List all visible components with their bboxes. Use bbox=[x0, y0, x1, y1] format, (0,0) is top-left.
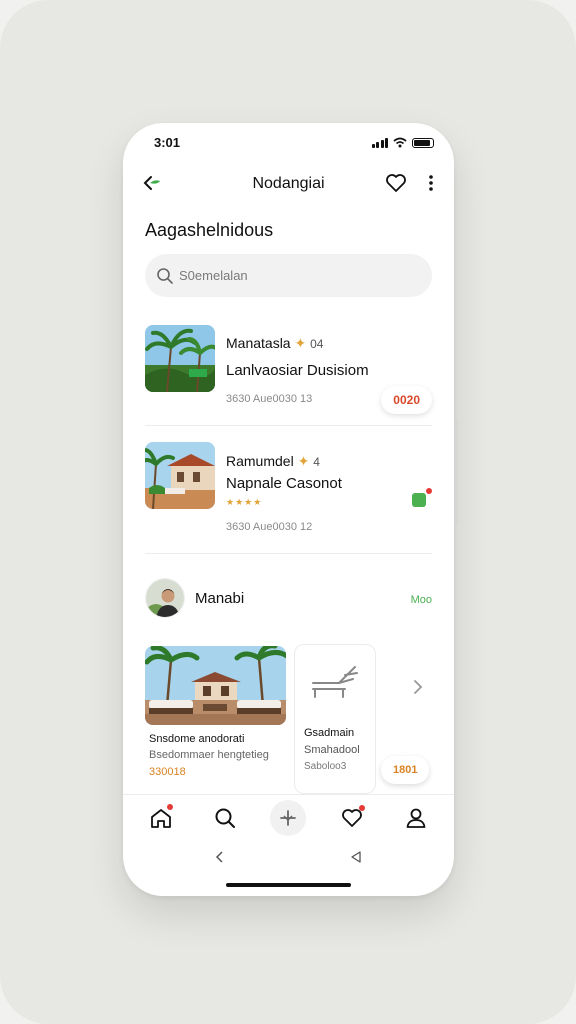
tab-favorites[interactable] bbox=[337, 803, 367, 833]
search-input[interactable]: S0emelalan bbox=[145, 254, 432, 297]
card-meta: Saboloo3 bbox=[304, 761, 347, 772]
listing-badge: 04 bbox=[310, 337, 324, 351]
card-subtitle: Smahadool bbox=[304, 744, 360, 756]
add-icon bbox=[280, 810, 296, 826]
sun-lounger-icon bbox=[312, 666, 358, 698]
listing-subtitle: Lanlvaosiar Dusisiom bbox=[226, 362, 369, 379]
listing-title-text: Manatasla bbox=[226, 335, 291, 351]
battery-icon bbox=[412, 137, 434, 148]
see-more-link[interactable]: Moo bbox=[411, 594, 432, 606]
divider bbox=[145, 425, 432, 426]
listing-thumbnail bbox=[145, 442, 215, 509]
rating-icon: ✦ bbox=[297, 453, 310, 469]
tab-add[interactable] bbox=[270, 800, 306, 836]
more-options-icon[interactable] bbox=[424, 171, 438, 195]
notification-dot bbox=[359, 805, 365, 811]
listing-title: Manatasla ✦ 04 bbox=[226, 335, 323, 352]
phone-frame: 3:01 Nodangiai Aagashelnidous S0emelalan… bbox=[123, 123, 454, 896]
top-nav-bar: Nodangiai bbox=[123, 167, 454, 199]
tab-home[interactable] bbox=[146, 803, 176, 833]
signal-icon bbox=[371, 137, 388, 148]
list-item[interactable]: Manatasla ✦ 04 Lanlvaosiar Dusisiom 3630… bbox=[145, 325, 432, 415]
chevron-right-icon[interactable] bbox=[411, 678, 425, 696]
bottom-tab-bar bbox=[123, 794, 454, 840]
book-button[interactable]: 1801 bbox=[381, 756, 430, 784]
search-icon bbox=[157, 268, 173, 284]
divider bbox=[145, 553, 432, 554]
card-price: 330018 bbox=[149, 766, 186, 778]
star-rating: ★★★★ bbox=[226, 497, 263, 507]
property-card[interactable]: Snsdome anodorati Bsedommaer hengtetieg … bbox=[143, 644, 288, 794]
card-title: Gsadmain bbox=[304, 727, 355, 739]
search-placeholder: S0emelalan bbox=[179, 268, 248, 283]
tab-search[interactable] bbox=[210, 803, 240, 833]
host-name: Manabi bbox=[195, 590, 245, 607]
system-nav-bar bbox=[123, 845, 454, 871]
availability-icon[interactable] bbox=[412, 488, 432, 507]
notification-dot bbox=[426, 488, 432, 494]
host-row[interactable]: Manabi Moo bbox=[145, 578, 432, 622]
listing-title-text: Ramumdel bbox=[226, 453, 294, 469]
listing-title: Ramumdel ✦ 4 bbox=[226, 453, 320, 470]
notification-dot bbox=[167, 804, 173, 810]
card-subtitle: Bsedommaer hengtetieg bbox=[149, 749, 269, 761]
tab-profile[interactable] bbox=[401, 803, 431, 833]
search-icon bbox=[215, 808, 235, 828]
favorite-heart-icon[interactable] bbox=[384, 171, 408, 195]
status-bar: 3:01 bbox=[123, 123, 454, 163]
scrollbar[interactable] bbox=[455, 420, 458, 525]
listing-badge: 4 bbox=[313, 455, 320, 469]
status-time: 3:01 bbox=[154, 135, 181, 150]
price-chip[interactable]: 0020 bbox=[381, 386, 432, 414]
listing-subtitle: Napnale Casonot bbox=[226, 475, 342, 492]
listing-meta: 3630 Aue0030 13 bbox=[226, 393, 313, 405]
status-icons bbox=[371, 137, 434, 148]
card-image bbox=[145, 646, 286, 725]
listing-meta: 3630 Aue0030 12 bbox=[226, 521, 313, 533]
section-heading: Aagashelnidous bbox=[145, 220, 274, 240]
rating-icon: ✦ bbox=[294, 335, 307, 351]
avatar bbox=[145, 578, 185, 618]
wifi-icon bbox=[393, 137, 407, 148]
system-back-icon[interactable] bbox=[214, 850, 226, 864]
property-card[interactable]: Gsadmain Smahadool Saboloo3 bbox=[294, 644, 376, 794]
profile-icon bbox=[406, 808, 426, 828]
home-indicator[interactable] bbox=[226, 883, 351, 887]
list-item[interactable]: Ramumdel ✦ 4 Napnale Casonot ★★★★ 3630 A… bbox=[145, 441, 432, 541]
system-triangle-back-icon[interactable] bbox=[350, 851, 362, 863]
card-title: Snsdome anodorati bbox=[149, 733, 245, 745]
listing-thumbnail bbox=[145, 325, 215, 392]
